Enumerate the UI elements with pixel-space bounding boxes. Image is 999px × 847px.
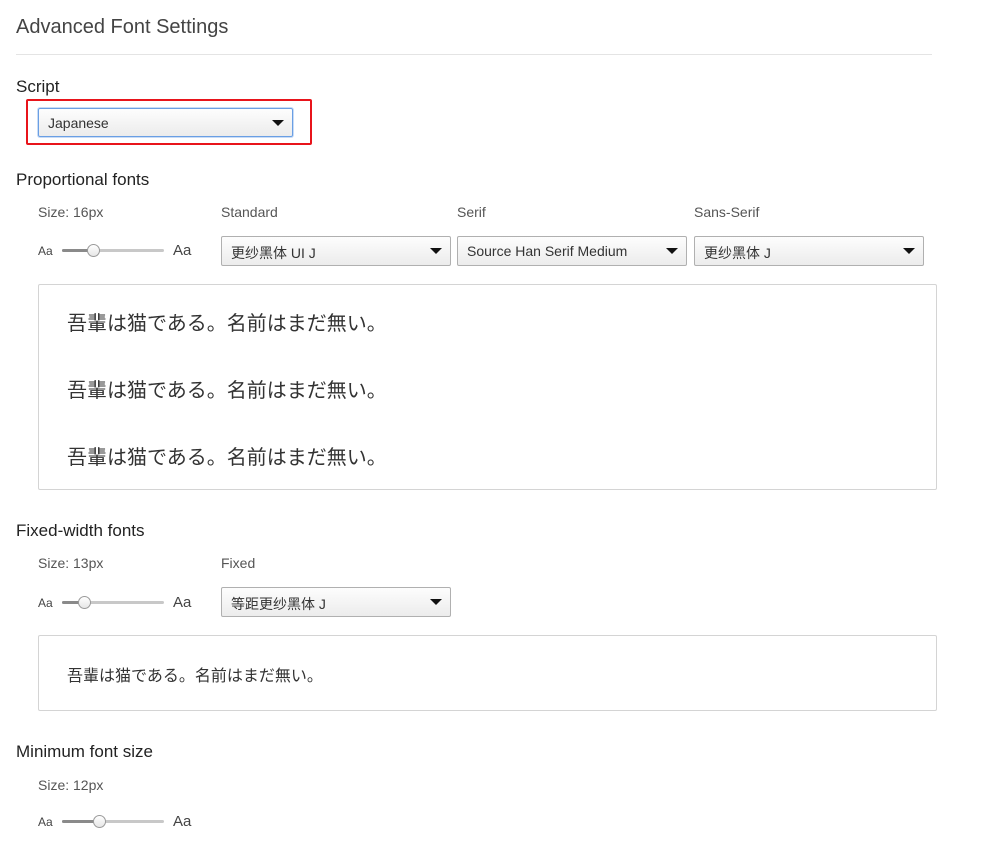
chevron-down-icon [272,120,284,126]
script-select[interactable]: Japanese [38,108,293,137]
serif-sample-text: 吾輩は猫である。名前はまだ無い。 [67,378,387,402]
fixed-width-fonts-heading: Fixed-width fonts [16,521,145,540]
fixed-slider-thumb[interactable] [78,596,91,609]
chevron-down-icon [666,248,678,254]
fixed-font-select-value: 等距更纱黑体 J [231,596,326,612]
minimum-slider-max-label: Aa [173,813,192,830]
proportional-slider-max-label: Aa [173,242,192,259]
serif-font-label: Serif [457,204,486,220]
fixed-slider-min-label: Aa [38,596,53,610]
serif-font-select[interactable]: Source Han Serif Medium [457,236,687,266]
minimum-size-slider[interactable] [62,815,164,828]
proportional-slider-thumb[interactable] [87,244,100,257]
minimum-font-size-heading: Minimum font size [16,742,153,761]
proportional-fonts-heading: Proportional fonts [16,170,150,189]
title-divider [16,54,932,55]
sans-serif-font-label: Sans-Serif [694,204,760,220]
fixed-preview: 吾輩は猫である。名前はまだ無い。 [38,635,937,711]
script-heading: Script [16,77,60,96]
minimum-slider-min-label: Aa [38,815,53,829]
minimum-slider-thumb[interactable] [93,815,106,828]
standard-font-select[interactable]: 更纱黑体 UI J [221,236,451,266]
sans-serif-sample-text: 吾輩は猫である。名前はまだ無い。 [67,445,387,469]
serif-font-select-value: Source Han Serif Medium [467,243,628,259]
proportional-slider-min-label: Aa [38,244,53,258]
fixed-slider-max-label: Aa [173,594,192,611]
sans-serif-font-select[interactable]: 更纱黑体 J [694,236,924,266]
standard-sample-text: 吾輩は猫である。名前はまだ無い。 [67,313,387,335]
sans-serif-font-select-value: 更纱黑体 J [704,245,771,261]
fixed-size-slider[interactable] [62,596,164,609]
standard-font-label: Standard [221,204,278,220]
proportional-size-label: Size: 16px [38,204,104,220]
proportional-size-slider[interactable] [62,244,164,257]
standard-font-select-value: 更纱黑体 UI J [231,245,316,261]
fixed-sample-text: 吾輩は猫である。名前はまだ無い。 [67,666,323,685]
fixed-font-label: Fixed [221,555,256,571]
fixed-size-label: Size: 13px [38,555,104,571]
minimum-size-label: Size: 12px [38,777,104,793]
chevron-down-icon [903,248,915,254]
chevron-down-icon [430,599,442,605]
proportional-preview: 吾輩は猫である。名前はまだ無い。 吾輩は猫である。名前はまだ無い。 吾輩は猫であ… [38,284,937,490]
script-select-value: Japanese [48,115,109,131]
fixed-font-select[interactable]: 等距更纱黑体 J [221,587,451,617]
page-title: Advanced Font Settings [16,16,229,38]
chevron-down-icon [430,248,442,254]
